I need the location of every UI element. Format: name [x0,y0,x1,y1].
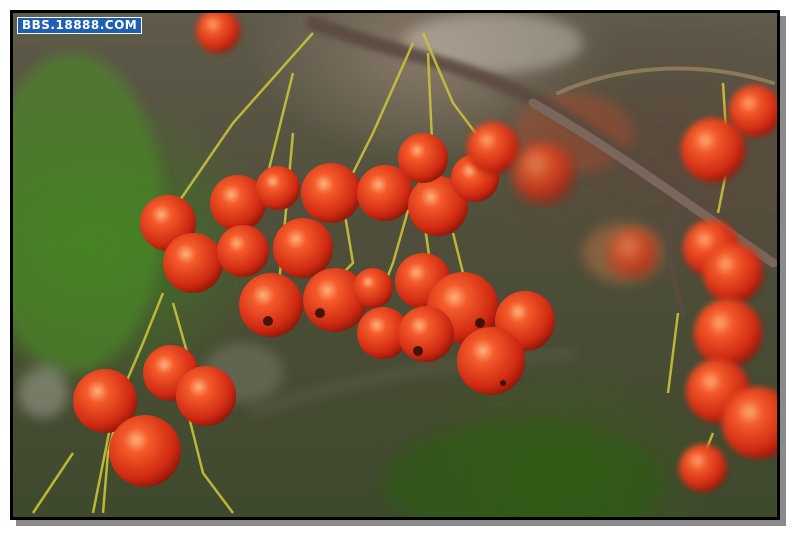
berry [609,229,657,277]
berry [398,133,448,183]
berry [301,163,361,223]
site-watermark: BBS.18888.COM [17,17,143,34]
berry [467,122,519,174]
berry [703,243,763,303]
berry [196,13,240,53]
berry-photo: BBS.18888.COM [13,13,777,517]
berry [256,166,300,210]
berry [273,218,333,278]
berry [681,118,745,182]
berry [163,233,223,293]
berry [457,327,525,395]
berry [398,306,454,362]
berry [513,143,573,203]
berry [353,268,393,308]
berry [109,415,181,487]
berry [239,273,303,337]
berries-illustration [13,13,777,517]
berry [176,366,236,426]
berry [679,444,727,492]
berry-cluster-right [609,85,777,492]
berry [217,225,269,277]
berry [694,299,762,367]
